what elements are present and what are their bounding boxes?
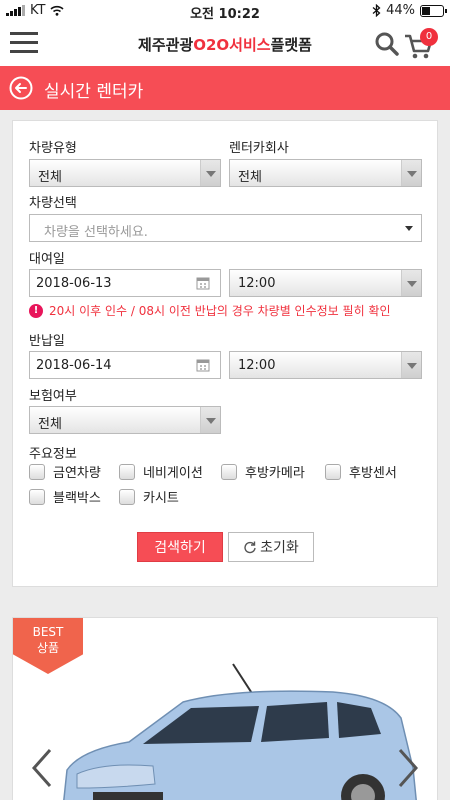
logo-prefix: 제주관광 (138, 36, 194, 54)
feature-non-smoking[interactable]: 금연차량 (29, 462, 101, 481)
status-bar: KT 오전 10:22 44% (0, 0, 450, 22)
pickup-warning: ! 20시 이후 인수 / 08시 이전 반납의 경우 차량별 인수정보 필히 … (29, 302, 391, 319)
chevron-down-icon (401, 160, 421, 186)
return-time-value: 12:00 (238, 358, 276, 373)
feature-label: 후방카메라 (245, 466, 305, 481)
rental-date-value: 2018-06-13 (36, 276, 112, 291)
car-type-select[interactable]: 전체 (29, 159, 221, 187)
chevron-down-icon (200, 160, 220, 186)
insurance-select[interactable]: 전체 (29, 406, 221, 434)
rental-company-label: 렌터카회사 (229, 141, 289, 156)
feature-label: 후방센서 (349, 466, 397, 481)
checkbox[interactable] (119, 463, 135, 480)
features-label: 주요정보 (29, 447, 77, 462)
chevron-right-icon[interactable] (396, 746, 422, 790)
search-button[interactable]: 검색하기 (137, 532, 223, 562)
battery-level (422, 6, 431, 15)
feature-blackbox[interactable]: 블랙박스 (29, 487, 101, 506)
chevron-down-icon (401, 352, 421, 378)
feature-rear-camera[interactable]: 후방카메라 (221, 462, 305, 481)
cart-button[interactable]: 0 (404, 28, 438, 59)
rental-date-label: 대여일 (29, 252, 65, 267)
battery-icon (420, 4, 447, 17)
chevron-down-icon (200, 407, 220, 433)
insurance-label: 보험여부 (29, 389, 77, 404)
calendar-icon[interactable] (196, 276, 210, 290)
logo-highlight: O2O서비스 (193, 36, 271, 54)
cart-count-badge: 0 (420, 28, 438, 46)
checkbox[interactable] (29, 463, 45, 480)
app-header: 제주관광O2O서비스플랫폼 0 (0, 22, 450, 66)
feature-navigation[interactable]: 네비게이션 (119, 462, 203, 481)
car-type-value: 전체 (38, 170, 62, 185)
battery-percent: 44% (386, 3, 415, 18)
best-product-card[interactable]: BEST 상품 (12, 617, 438, 800)
rental-date-input[interactable]: 2018-06-13 (29, 269, 221, 297)
insurance-value: 전체 (38, 417, 62, 432)
return-time-select[interactable]: 12:00 (229, 351, 422, 379)
refresh-icon (244, 541, 256, 554)
checkbox[interactable] (221, 463, 237, 480)
rental-company-select[interactable]: 전체 (229, 159, 422, 187)
chevron-left-icon[interactable] (28, 746, 54, 790)
reset-label: 초기화 (260, 540, 299, 556)
best-badge-line1: BEST (32, 625, 64, 639)
best-badge-line2: 상품 (36, 641, 60, 655)
feature-rear-sensor[interactable]: 후방센서 (325, 462, 397, 481)
checkbox[interactable] (29, 488, 45, 505)
car-select-placeholder: 차량을 선택하세요. (44, 225, 148, 240)
return-date-value: 2018-06-14 (36, 358, 112, 373)
feature-label: 블랙박스 (53, 491, 101, 506)
caret-down-icon (405, 226, 413, 231)
alert-icon: ! (29, 303, 43, 318)
page-title: 실시간 렌터카 (44, 82, 144, 102)
feature-label: 금연차량 (53, 466, 101, 481)
search-form: 차량유형 전체 렌터카회사 전체 차량선택 차량을 선택하세요. 대여일 201… (12, 120, 438, 587)
calendar-icon[interactable] (196, 358, 210, 372)
checkbox[interactable] (119, 488, 135, 505)
feature-label: 네비게이션 (143, 466, 203, 481)
back-arrow-icon[interactable] (9, 76, 33, 100)
car-type-label: 차량유형 (29, 141, 77, 156)
rental-company-value: 전체 (238, 170, 262, 185)
rental-time-select[interactable]: 12:00 (229, 269, 422, 297)
logo-suffix: 플랫폼 (270, 36, 312, 54)
rental-time-value: 12:00 (238, 276, 276, 291)
search-icon[interactable] (374, 31, 400, 57)
return-date-label: 반납일 (29, 334, 65, 349)
checkbox[interactable] (325, 463, 341, 480)
car-select-label: 차량선택 (29, 196, 77, 211)
page-title-bar: 실시간 렌터카 (0, 66, 450, 110)
car-image (63, 663, 417, 800)
pickup-warning-text: 20시 이후 인수 / 08시 이전 반납의 경우 차량별 인수정보 필히 확인 (49, 304, 391, 318)
feature-label: 카시트 (143, 491, 179, 506)
chevron-down-icon (401, 270, 421, 296)
feature-car-seat[interactable]: 카시트 (119, 487, 179, 506)
car-select-dropdown[interactable]: 차량을 선택하세요. (29, 214, 422, 242)
bluetooth-icon (372, 4, 381, 17)
return-date-input[interactable]: 2018-06-14 (29, 351, 221, 379)
reset-button[interactable]: 초기화 (228, 532, 314, 562)
